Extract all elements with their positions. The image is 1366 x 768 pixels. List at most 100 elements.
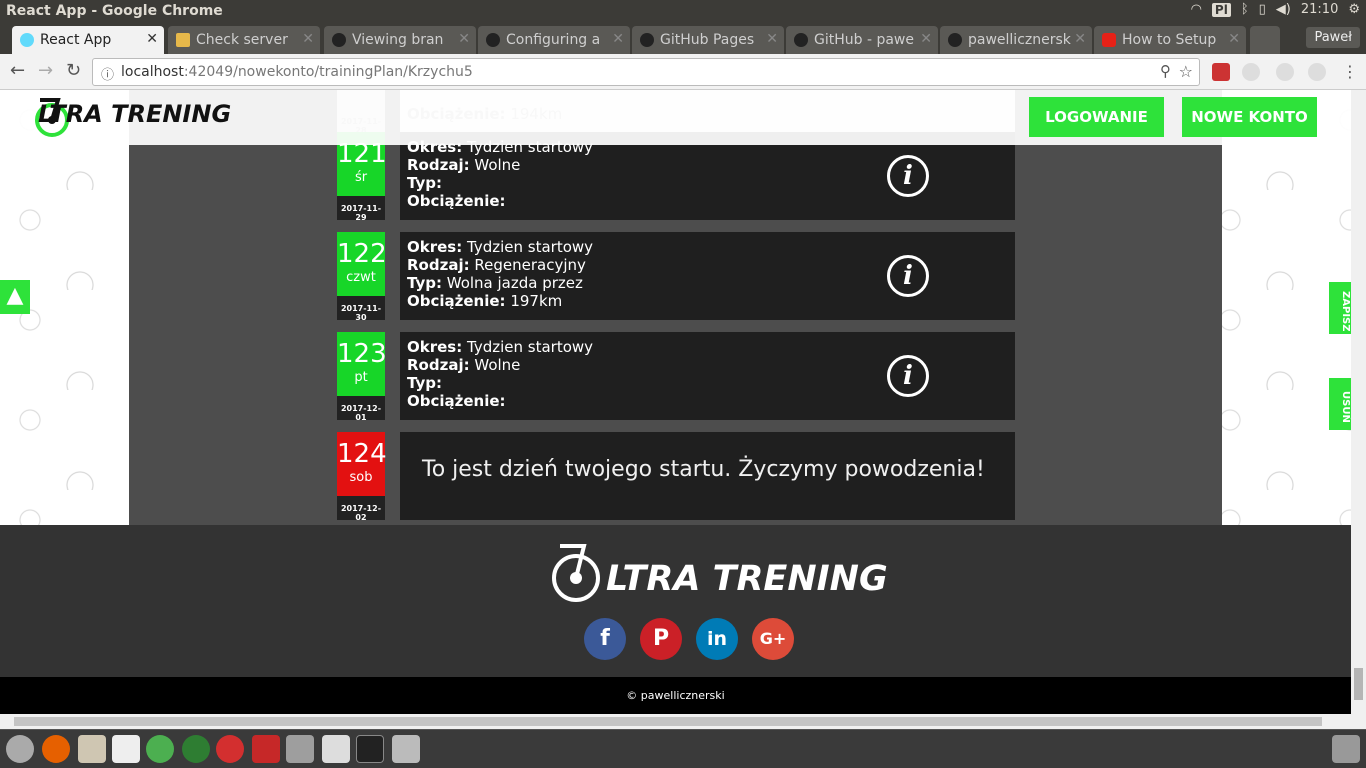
tab-configuring[interactable]: Configuring a ✕ (478, 26, 630, 54)
new-account-button[interactable]: NOWE KONTO (1182, 97, 1317, 137)
extension-icon[interactable] (1308, 63, 1326, 81)
horizontal-scrollbar[interactable] (0, 714, 1366, 729)
day-card: Okres: Tydzien startowy Rodzaj: Wolne Ty… (400, 332, 1015, 420)
day-card: Okres: Tydzien startowy Rodzaj: Regenera… (400, 232, 1015, 320)
files-icon[interactable] (78, 735, 106, 763)
tab-github-pages[interactable]: GitHub Pages ✕ (632, 26, 784, 54)
day-name: sob (349, 470, 373, 485)
extension-icon[interactable] (1242, 63, 1260, 81)
chrome-icon[interactable] (146, 735, 174, 763)
profile-button[interactable]: Paweł (1306, 27, 1360, 48)
ultra-logo-icon (552, 544, 600, 602)
drive-icon[interactable] (392, 735, 420, 763)
scroll-up-button[interactable]: ▲ (0, 280, 30, 314)
extension-icon[interactable] (1276, 63, 1294, 81)
address-bar[interactable]: ⓘ localhost:42049/nowekonto/trainingPlan… (92, 58, 1200, 86)
clock[interactable]: 21:10 (1301, 2, 1338, 17)
bookmark-star-icon[interactable]: ☆ (1179, 62, 1193, 81)
login-button[interactable]: LOGOWANIE (1029, 97, 1164, 137)
ubuntu-icon[interactable] (6, 735, 34, 763)
terminal-icon[interactable] (356, 735, 384, 763)
wifi-icon[interactable]: ◠ (1191, 2, 1202, 17)
new-tab-button[interactable] (1250, 26, 1280, 54)
site-header: LTRA TRENING LOGOWANIE NOWE KONTO (0, 90, 1351, 145)
tab-check-server[interactable]: Check server ✕ (168, 26, 320, 54)
github-icon (948, 33, 962, 47)
close-icon[interactable]: ✕ (1228, 31, 1240, 47)
day-number: 123 (337, 339, 387, 369)
info-icon[interactable]: i (887, 255, 929, 297)
start-message: To jest dzień twojego startu. Życzymy po… (422, 457, 985, 482)
tab-github-pawel[interactable]: GitHub - pawe ✕ (786, 26, 938, 54)
github-icon (640, 33, 654, 47)
trash-icon[interactable] (1332, 735, 1360, 763)
delete-button[interactable]: USUŃ (1329, 378, 1351, 430)
os-top-bar: React App - Google Chrome ◠ Pl ᛒ ▯ ◀) 21… (0, 0, 1366, 24)
training-day-start: 124 sob 2017-12-02 To jest dzień twojego… (337, 432, 1015, 522)
google-plus-icon[interactable]: G+ (752, 618, 794, 660)
pinterest-icon[interactable]: P (640, 618, 682, 660)
calendar-icon[interactable] (322, 735, 350, 763)
day-badge: 121 śr 2017-11-29 (337, 132, 387, 222)
battery-icon[interactable]: ▯ (1259, 2, 1266, 17)
settings-icon[interactable] (252, 735, 280, 763)
forward-arrow-icon[interactable]: → (38, 60, 53, 81)
system-tray: ◠ Pl ᛒ ▯ ◀) 21:10 ⚙ (1191, 2, 1360, 17)
day-name: pt (354, 370, 368, 385)
zoom-icon[interactable]: ⚲ (1160, 62, 1171, 80)
tab-how-to-setup[interactable]: How to Setup ✕ (1094, 26, 1246, 54)
scroll-thumb[interactable] (1354, 668, 1363, 700)
react-icon (20, 33, 34, 47)
site-info-icon[interactable]: ⓘ (101, 64, 114, 83)
info-icon[interactable]: i (887, 155, 929, 197)
day-date: 2017-12-02 (337, 496, 385, 522)
day-name: czwt (346, 270, 376, 285)
tab-strip: React App ✕ Check server ✕ Viewing bran … (0, 24, 1366, 54)
close-icon[interactable]: ✕ (1074, 31, 1086, 47)
extension-icon[interactable] (1212, 63, 1230, 81)
day-card: Okres: Tydzien startowy Rodzaj: Wolne Ty… (400, 132, 1015, 220)
bluetooth-icon[interactable]: ᛒ (1241, 2, 1249, 17)
page-viewport: 2017-11-28 Obciążenie: 194km 121 śr 2017… (0, 90, 1351, 714)
keyboard-layout[interactable]: Pl (1211, 2, 1231, 17)
facebook-icon[interactable]: f (584, 618, 626, 660)
day-date: 2017-11-30 (337, 296, 385, 322)
typ-value: Wolna jazda przez (446, 274, 583, 292)
chrome-menu-icon[interactable]: ⋮ (1342, 62, 1358, 81)
volume-icon[interactable]: ◀) (1276, 2, 1291, 17)
site-footer: LTRA TRENING f P in G+ (0, 525, 1351, 677)
opera-icon[interactable] (216, 735, 244, 763)
vertical-scrollbar[interactable] (1351, 90, 1366, 714)
browser-toolbar: ← → ↻ ⓘ localhost:42049/nowekonto/traini… (0, 54, 1366, 90)
tab-pawellicznerski[interactable]: pawellicznersk ✕ (940, 26, 1092, 54)
github-icon (794, 33, 808, 47)
close-icon[interactable]: ✕ (146, 31, 158, 47)
firefox-icon[interactable] (42, 735, 70, 763)
back-arrow-icon[interactable]: ← (10, 60, 25, 81)
tab-react-app[interactable]: React App ✕ (12, 26, 164, 54)
day-badge: 124 sob 2017-12-02 (337, 432, 387, 522)
training-day-121: 121 śr 2017-11-29 Okres: Tydzien startow… (337, 132, 1015, 222)
youtube-icon (1102, 33, 1116, 47)
reload-icon[interactable]: ↻ (66, 60, 81, 81)
obciazenie-value: 197km (510, 292, 563, 310)
scroll-thumb[interactable] (14, 717, 1322, 726)
info-icon[interactable]: i (887, 355, 929, 397)
app-icon[interactable] (182, 735, 210, 763)
close-icon[interactable]: ✕ (458, 31, 470, 47)
close-icon[interactable]: ✕ (766, 31, 778, 47)
calculator-icon[interactable] (286, 735, 314, 763)
logo-text[interactable]: LTRA TRENING (38, 100, 231, 128)
okres-value: Tydzien startowy (467, 338, 594, 356)
github-icon (332, 33, 346, 47)
close-icon[interactable]: ✕ (302, 31, 314, 47)
server-icon (176, 33, 190, 47)
tab-viewing-branches[interactable]: Viewing bran ✕ (324, 26, 476, 54)
app-icon[interactable] (112, 735, 140, 763)
close-icon[interactable]: ✕ (920, 31, 932, 47)
close-icon[interactable]: ✕ (612, 31, 624, 47)
day-name: śr (354, 170, 368, 185)
save-button[interactable]: ZAPISZ (1329, 282, 1351, 334)
linkedin-icon[interactable]: in (696, 618, 738, 660)
settings-gear-icon[interactable]: ⚙ (1348, 2, 1360, 17)
